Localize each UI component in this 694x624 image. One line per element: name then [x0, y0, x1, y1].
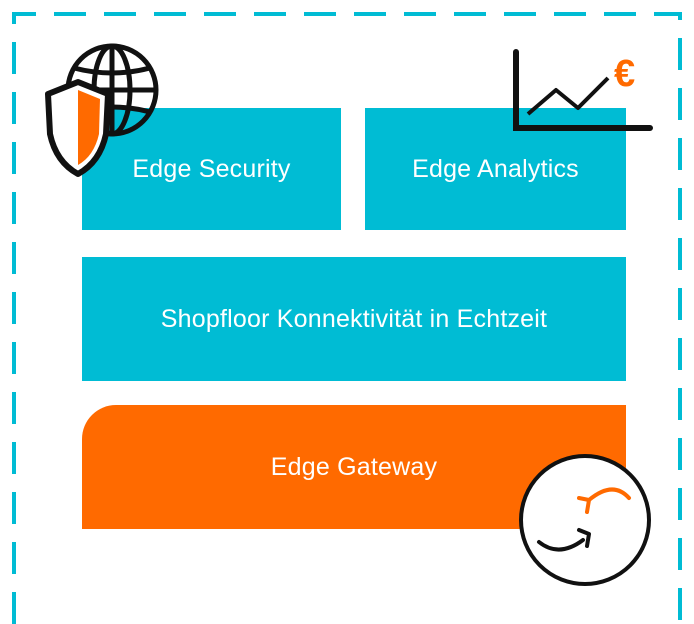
shopfloor-connectivity-label: Shopfloor Konnektivität in Echtzeit — [160, 304, 548, 333]
line-chart-euro-icon: € — [513, 49, 653, 131]
euro-symbol: € — [614, 53, 635, 95]
edge-analytics-label: Edge Analytics — [412, 154, 579, 183]
globe-shield-icon — [45, 43, 159, 177]
edge-gateway-label: Edge Gateway — [270, 452, 438, 481]
refresh-cycle-icon — [519, 454, 651, 586]
shopfloor-connectivity-block: Shopfloor Konnektivität in Echtzeit — [82, 257, 626, 381]
